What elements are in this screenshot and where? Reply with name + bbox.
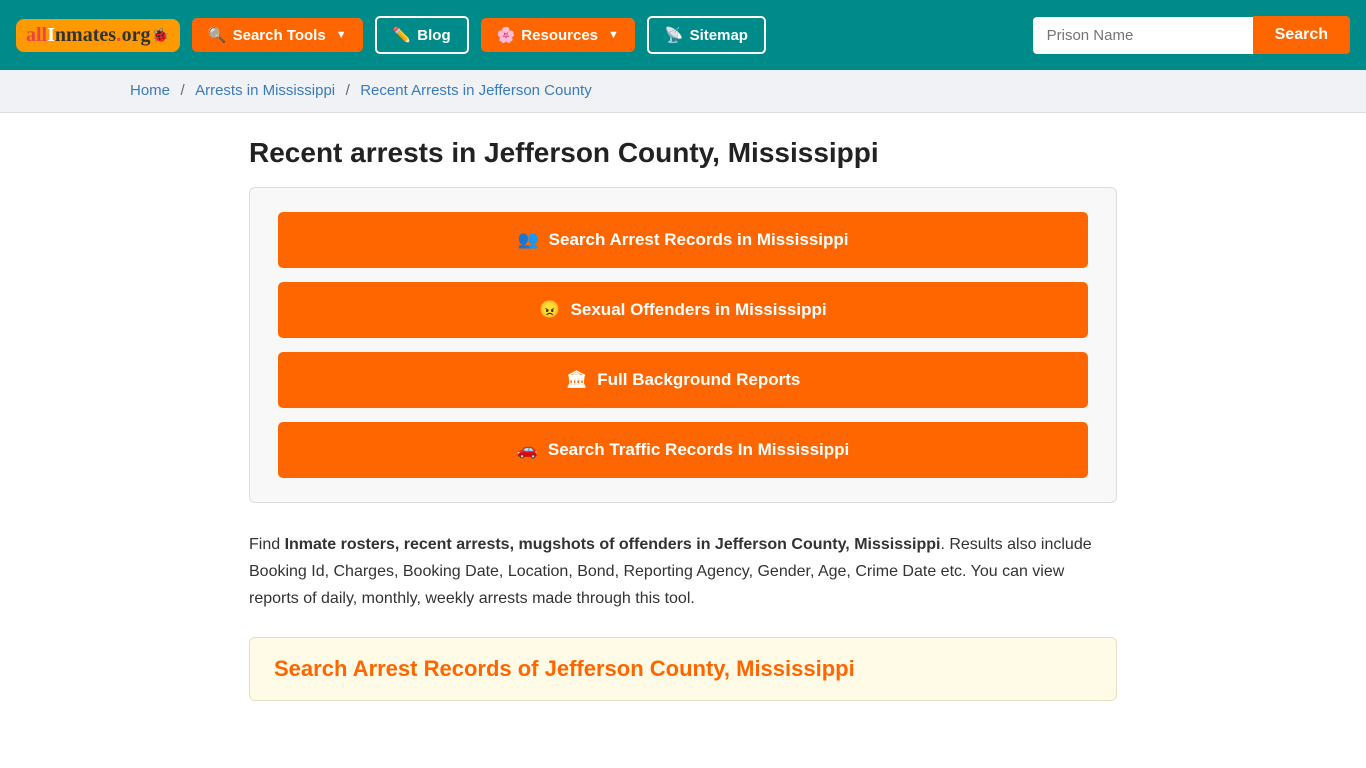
logo-bug-icon: 🐞 [151, 27, 168, 44]
description-bold: Inmate rosters, recent arrests, mugshots… [285, 536, 941, 553]
breadcrumb-sep-2: / [346, 82, 350, 99]
background-reports-button[interactable]: 🏛 Full Background Reports [278, 352, 1088, 408]
resources-icon: 🌸 [497, 26, 516, 44]
background-reports-icon: 🏛 [566, 370, 588, 390]
page-title: Recent arrests in Jefferson County, Miss… [249, 137, 1117, 169]
search-tools-icon: 🔍 [208, 26, 227, 44]
breadcrumb-arrests-ms-link[interactable]: Arrests in Mississippi [195, 82, 335, 99]
logo-all: all [26, 24, 47, 47]
blog-button[interactable]: ✏️ Blog [375, 16, 469, 54]
background-reports-label: Full Background Reports [597, 370, 800, 390]
search-section: Search Arrest Records of Jefferson Count… [249, 637, 1117, 701]
sexual-offenders-icon: 😠 [539, 300, 560, 320]
sitemap-icon: 📡 [665, 26, 684, 44]
main-content: Recent arrests in Jefferson County, Miss… [233, 113, 1133, 741]
prison-name-input[interactable] [1033, 17, 1253, 54]
header-search-area: Search [1033, 16, 1350, 54]
breadcrumb-home-link[interactable]: Home [130, 82, 170, 99]
traffic-records-label: Search Traffic Records In Mississippi [548, 440, 849, 460]
action-card: 👥 Search Arrest Records in Mississippi 😠… [249, 187, 1117, 503]
sexual-offenders-label: Sexual Offenders in Mississippi [571, 300, 827, 320]
description-paragraph: Find Inmate rosters, recent arrests, mug… [249, 531, 1117, 613]
site-logo[interactable]: all I nmates . org 🐞 [16, 19, 180, 52]
blog-icon: ✏️ [393, 26, 412, 44]
resources-arrow-icon: ▼ [608, 29, 619, 41]
site-header: all I nmates . org 🐞 🔍 Search Tools ▼ ✏️… [0, 0, 1366, 70]
resources-button[interactable]: 🌸 Resources ▼ [481, 18, 635, 52]
breadcrumb: Home / Arrests in Mississippi / Recent A… [0, 70, 1366, 113]
logo-mates: nmates [55, 24, 116, 47]
header-search-label: Search [1275, 26, 1328, 43]
logo-org: org [122, 24, 151, 47]
resources-label: Resources [521, 27, 598, 44]
arrest-records-label: Search Arrest Records in Mississippi [549, 230, 849, 250]
blog-label: Blog [417, 27, 450, 44]
arrest-records-icon: 👥 [518, 230, 539, 250]
breadcrumb-recent-arrests-link[interactable]: Recent Arrests in Jefferson County [360, 82, 592, 99]
traffic-records-icon: 🚗 [517, 440, 538, 460]
search-tools-arrow-icon: ▼ [336, 29, 347, 41]
traffic-records-button[interactable]: 🚗 Search Traffic Records In Mississippi [278, 422, 1088, 478]
arrest-records-button[interactable]: 👥 Search Arrest Records in Mississippi [278, 212, 1088, 268]
sitemap-button[interactable]: 📡 Sitemap [647, 16, 766, 54]
search-section-title: Search Arrest Records of Jefferson Count… [274, 656, 1092, 682]
description-intro: Find [249, 536, 285, 553]
sexual-offenders-button[interactable]: 😠 Sexual Offenders in Mississippi [278, 282, 1088, 338]
header-search-button[interactable]: Search [1253, 16, 1350, 54]
search-tools-button[interactable]: 🔍 Search Tools ▼ [192, 18, 363, 52]
logo-in: I [47, 24, 55, 47]
search-tools-label: Search Tools [233, 27, 326, 44]
sitemap-label: Sitemap [690, 27, 748, 44]
breadcrumb-sep-1: / [180, 82, 184, 99]
